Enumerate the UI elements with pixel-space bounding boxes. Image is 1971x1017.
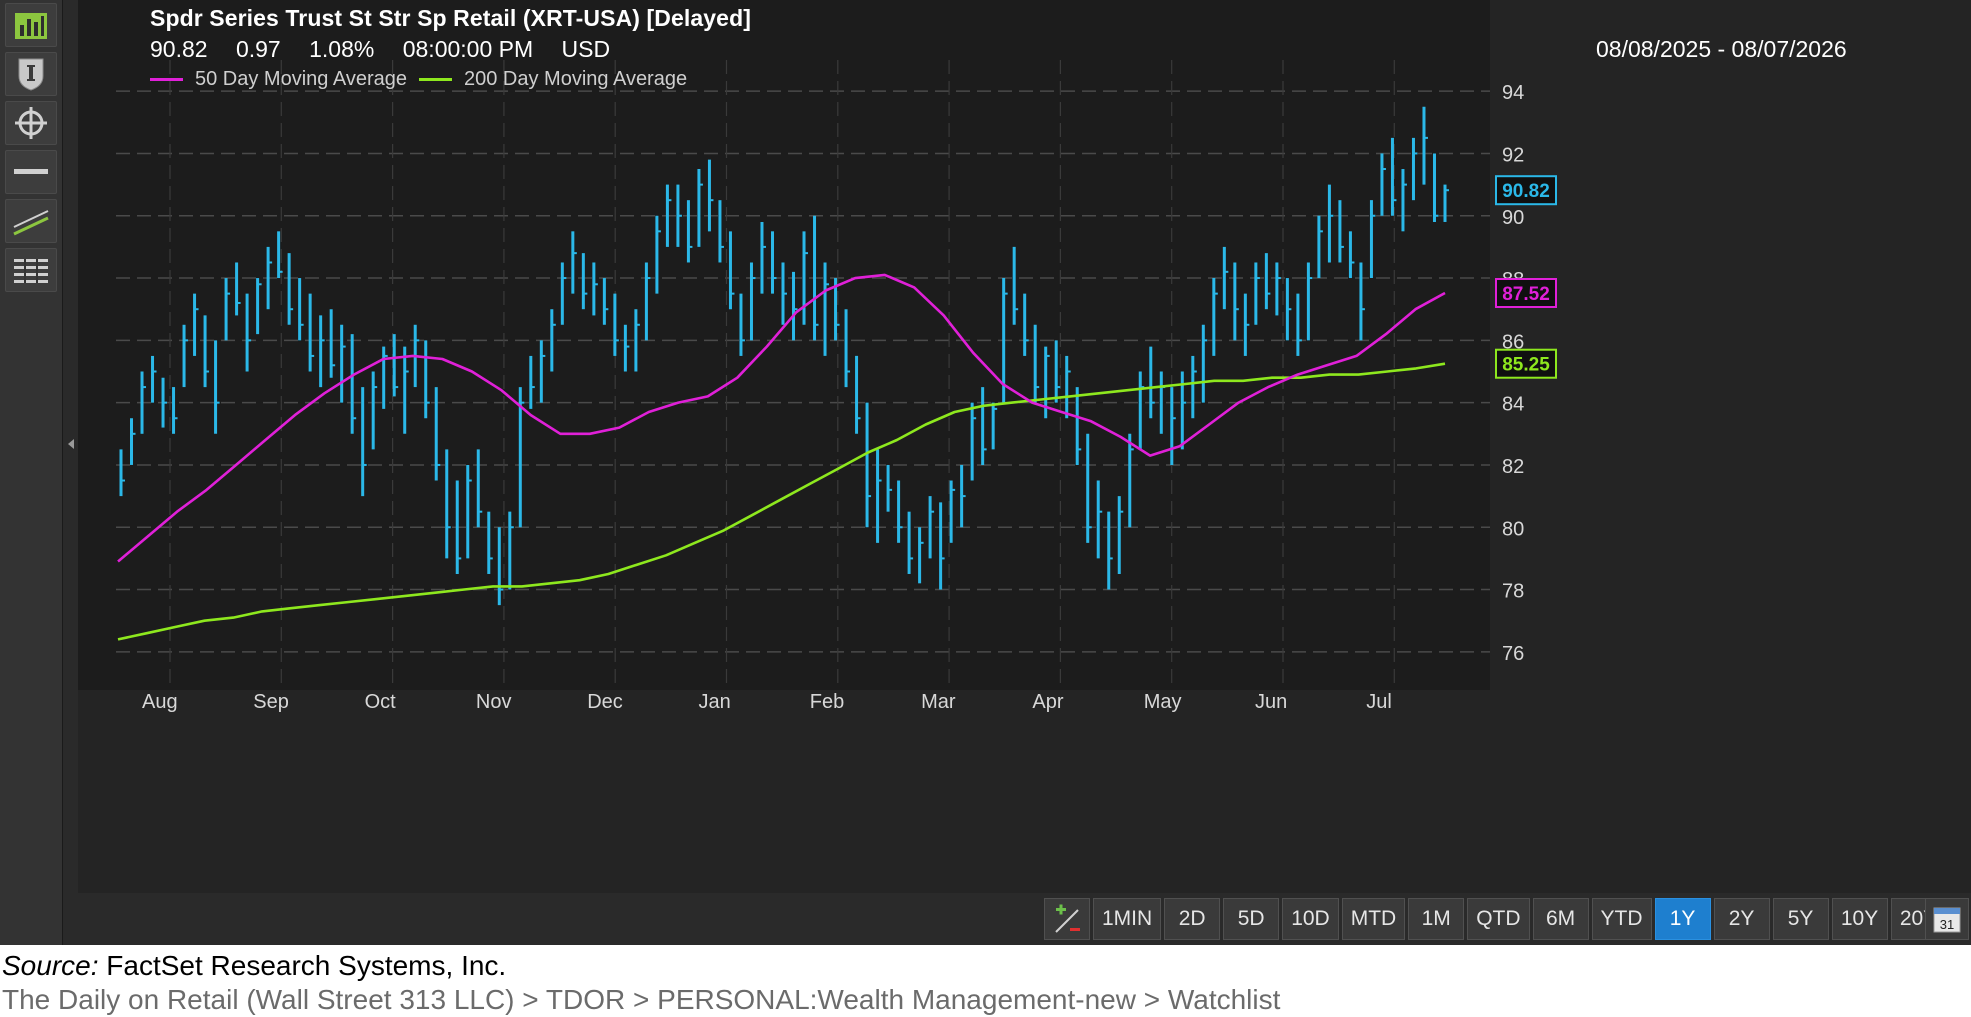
x-tick-label: Mar xyxy=(921,691,956,713)
table-icon xyxy=(14,259,48,283)
last-value-label: 90.82 xyxy=(1502,181,1550,202)
quote-time: 08:00:00 PM xyxy=(402,36,534,62)
left-toolbar xyxy=(0,0,63,945)
range-button-2d[interactable]: 2D xyxy=(1164,898,1221,940)
source-line: Source: FactSet Research Systems, Inc. xyxy=(2,950,506,982)
quote-currency: USD xyxy=(561,36,611,62)
range-button-10d[interactable]: 10D xyxy=(1282,898,1339,940)
range-button-5y[interactable]: 5Y xyxy=(1772,898,1829,940)
legend-label-ma200: 200 Day Moving Average xyxy=(463,68,688,90)
calendar-button[interactable]: 31 xyxy=(1925,898,1969,940)
x-tick-label: Aug xyxy=(142,691,178,713)
y-tick-label: 80 xyxy=(1502,518,1524,540)
calendar-day-label: 31 xyxy=(1940,917,1954,932)
x-tick-label: Jul xyxy=(1366,691,1392,713)
info-shield-icon xyxy=(18,58,44,91)
trendline-tool[interactable] xyxy=(5,199,57,243)
legend-swatch-ma50 xyxy=(150,78,183,81)
calendar-icon: 31 xyxy=(1933,907,1961,933)
y-tick-label: 82 xyxy=(1502,456,1524,478)
page-footer: Source: FactSet Research Systems, Inc. T… xyxy=(0,948,1971,1017)
legend-item-ma50[interactable]: 50 Day Moving Average xyxy=(150,68,407,91)
price-change-percent: 1.08% xyxy=(309,36,375,62)
date-range: 08/08/2025 - 08/07/2026 xyxy=(1596,36,1847,62)
range-button-mtd[interactable]: MTD xyxy=(1341,898,1406,940)
chart-application: 76788082848688909294AugSepOctNovDecJanFe… xyxy=(0,0,1971,945)
x-tick-label: May xyxy=(1144,691,1182,713)
range-button-1min[interactable]: 1MIN xyxy=(1093,898,1162,940)
range-button-qtd[interactable]: QTD xyxy=(1467,898,1530,940)
source-text: FactSet Research Systems, Inc. xyxy=(98,950,507,981)
chart-type-icon xyxy=(15,13,47,39)
range-button-10y[interactable]: 10Y xyxy=(1831,898,1888,940)
collapse-panel-icon[interactable] xyxy=(66,436,76,452)
add-drawing-button[interactable] xyxy=(1044,898,1090,940)
range-button-5d[interactable]: 5D xyxy=(1223,898,1280,940)
source-label: Source: xyxy=(2,950,99,981)
last-value-label: 87.52 xyxy=(1502,284,1550,305)
x-tick-label: Feb xyxy=(810,691,844,713)
x-axis-panel xyxy=(78,690,1971,893)
crosshair-tool[interactable] xyxy=(5,101,57,145)
range-button-ytd[interactable]: YTD xyxy=(1591,898,1652,940)
chart-header: Spdr Series Trust St Str Sp Retail (XRT-… xyxy=(150,5,751,32)
range-button-1y[interactable]: 1Y xyxy=(1654,898,1711,940)
y-tick-label: 76 xyxy=(1502,643,1524,665)
x-tick-label: Nov xyxy=(476,691,512,713)
price-chart[interactable]: 76788082848688909294AugSepOctNovDecJanFe… xyxy=(78,0,1971,893)
last-price: 90.82 xyxy=(150,36,208,62)
chart-legend: 50 Day Moving Average 200 Day Moving Ave… xyxy=(150,68,699,91)
x-tick-label: Oct xyxy=(365,691,397,713)
y-tick-label: 90 xyxy=(1502,207,1524,229)
y-tick-label: 92 xyxy=(1502,144,1524,166)
y-tick-label: 78 xyxy=(1502,581,1524,603)
x-tick-label: Jun xyxy=(1255,691,1287,713)
range-button-2y[interactable]: 2Y xyxy=(1713,898,1770,940)
chart-title: Spdr Series Trust St Str Sp Retail (XRT-… xyxy=(150,5,751,31)
trendline-icon xyxy=(13,210,49,236)
crosshair-icon xyxy=(15,107,47,139)
y-tick-label: 84 xyxy=(1502,394,1524,416)
quote-line: 90.82 0.97 1.08% 08:00:00 PM USD xyxy=(150,36,632,63)
horizontal-line-icon xyxy=(14,169,48,174)
legend-swatch-ma200 xyxy=(418,78,452,81)
range-button-6m[interactable]: 6M xyxy=(1532,898,1589,940)
price-change: 0.97 xyxy=(235,36,281,62)
chart-panel: 76788082848688909294AugSepOctNovDecJanFe… xyxy=(78,0,1971,893)
range-button-1m[interactable]: 1M xyxy=(1408,898,1465,940)
info-tool[interactable] xyxy=(5,52,57,96)
table-tool[interactable] xyxy=(5,248,57,292)
horizontal-line-tool[interactable] xyxy=(5,150,57,194)
add-drawing-icon xyxy=(1055,904,1080,933)
x-tick-label: Sep xyxy=(253,691,289,713)
breadcrumb: The Daily on Retail (Wall Street 313 LLC… xyxy=(2,984,1281,1015)
chart-type-tool[interactable] xyxy=(5,3,57,47)
x-tick-label: Dec xyxy=(587,691,623,713)
last-value-label: 85.25 xyxy=(1502,355,1550,376)
x-tick-label: Apr xyxy=(1032,691,1063,713)
legend-item-ma200[interactable]: 200 Day Moving Average xyxy=(418,68,688,91)
legend-label-ma50: 50 Day Moving Average xyxy=(195,68,407,90)
y-tick-label: 94 xyxy=(1502,82,1524,104)
x-tick-label: Jan xyxy=(699,691,731,713)
range-button-bar: 1MIN 2D 5D 10D MTD 1M QTD 6M YTD 1Y 2Y 5Y 10Y 20Y xyxy=(1044,898,1950,940)
